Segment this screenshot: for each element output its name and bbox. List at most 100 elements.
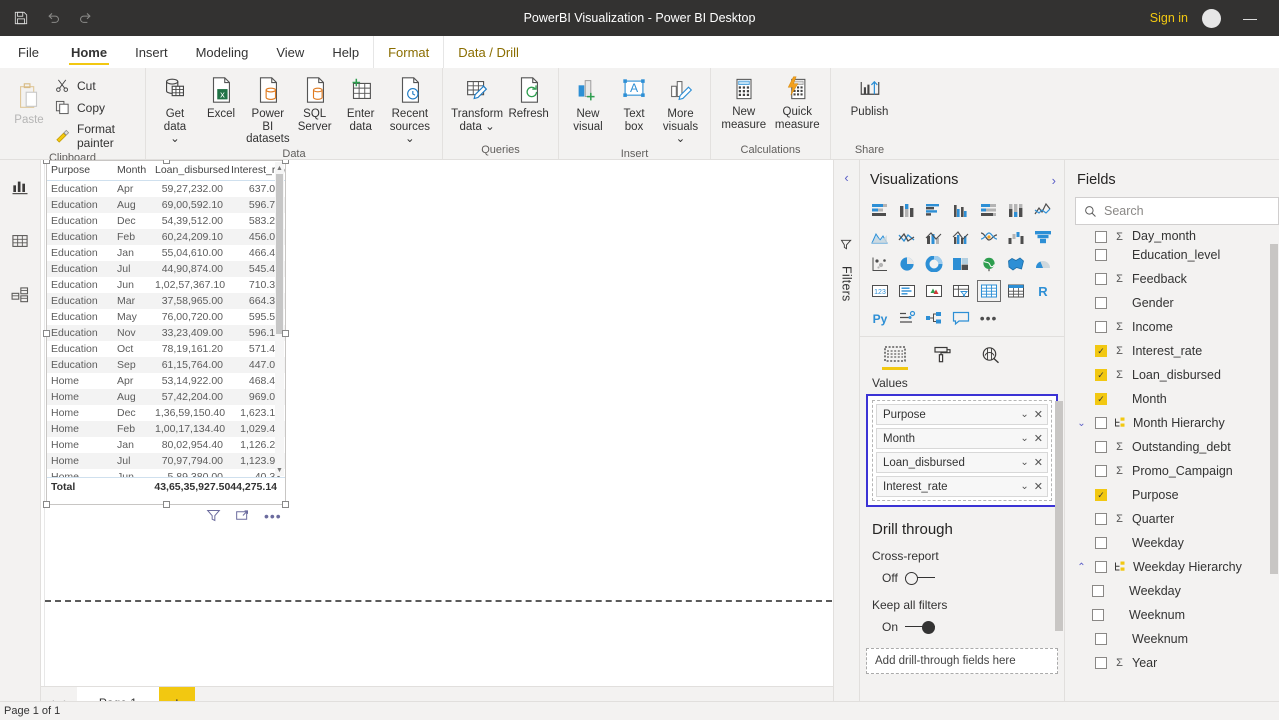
field-checkbox[interactable] (1095, 273, 1107, 285)
transform-data-button[interactable]: Transformdata ⌄ (450, 71, 504, 135)
resize-handle-s[interactable] (163, 501, 170, 508)
text-box-button[interactable]: A Textbox (612, 71, 656, 135)
tab-modeling[interactable]: Modeling (182, 36, 263, 68)
minimize-button[interactable]: — (1235, 3, 1265, 33)
field-list-item[interactable]: ΣOutstanding_debt (1065, 435, 1279, 459)
column-header-purpose[interactable]: Purpose (47, 161, 113, 181)
sign-in-button[interactable]: Sign in (1150, 11, 1188, 25)
focus-mode-icon[interactable] (235, 508, 250, 523)
field-list-item[interactable]: ΣFeedback (1065, 267, 1279, 291)
field-checkbox[interactable] (1095, 657, 1107, 669)
viz-slicer[interactable] (948, 279, 974, 303)
column-header-month[interactable]: Month (113, 161, 151, 181)
new-visual-button[interactable]: Newvisual (566, 71, 610, 135)
table-row[interactable]: EducationNov33,23,409.00596.12 (47, 325, 285, 341)
report-canvas[interactable]: Purpose Month Loan_disbursed Interest_ra… (41, 160, 833, 686)
viz-donut-chart[interactable] (921, 252, 947, 276)
table-row[interactable]: EducationJan55,04,610.00466.44 (47, 245, 285, 261)
tab-analytics-pane[interactable] (978, 346, 1004, 371)
field-list-item[interactable]: Purpose (1065, 483, 1279, 507)
resize-handle-ne[interactable] (282, 160, 289, 164)
viz-pane-scrollbar-thumb[interactable] (1055, 401, 1063, 631)
tab-file[interactable]: File (0, 36, 57, 68)
chevron-down-icon[interactable]: ⌄ (1015, 409, 1033, 420)
table-visual-scrollbar[interactable]: ▲ ▼ (275, 162, 284, 476)
viz-clustered-column-chart[interactable] (948, 198, 974, 222)
viz-line-chart[interactable] (1030, 198, 1056, 222)
field-checkbox[interactable] (1095, 465, 1107, 477)
undo-icon[interactable] (44, 9, 62, 27)
table-row[interactable]: EducationMay76,00,720.00595.56 (47, 309, 285, 325)
table-row[interactable]: HomeJul70,97,794.001,123.99 (47, 453, 285, 469)
table-visual[interactable]: Purpose Month Loan_disbursed Interest_ra… (46, 160, 286, 505)
field-list-item[interactable]: ΣQuarter (1065, 507, 1279, 531)
sql-server-button[interactable]: SQLServer (293, 71, 337, 135)
viz-area-chart[interactable] (867, 225, 893, 249)
tab-data-drill[interactable]: Data / Drill (444, 36, 533, 68)
sidebar-item-report-view[interactable] (3, 172, 37, 202)
field-list-item[interactable]: ΣYear (1065, 651, 1279, 675)
field-checkbox[interactable] (1095, 417, 1107, 429)
viz-ribbon-chart[interactable] (976, 225, 1002, 249)
fields-search-box[interactable]: Search (1075, 197, 1279, 225)
viz-filled-map[interactable] (1003, 252, 1029, 276)
field-checkbox[interactable] (1095, 513, 1107, 525)
table-row[interactable]: HomeJan80,02,954.401,126.25 (47, 437, 285, 453)
table-row[interactable]: HomeAug57,42,204.00969.06 (47, 389, 285, 405)
resize-handle-nw[interactable] (43, 160, 50, 164)
paste-button[interactable]: Paste (7, 71, 51, 129)
viz-decomposition-tree[interactable] (921, 306, 947, 330)
table-row[interactable]: HomeFeb1,00,17,134.401,029.42 (47, 421, 285, 437)
resize-handle-se[interactable] (282, 501, 289, 508)
field-list-item[interactable]: Weekday (1065, 579, 1279, 603)
chevron-down-icon[interactable]: ⌄ (1015, 481, 1033, 492)
filter-funnel-icon[interactable] (839, 237, 854, 252)
viz-key-influencers[interactable] (894, 306, 920, 330)
viz-scatter-chart[interactable] (867, 252, 893, 276)
fields-pane-scrollbar-thumb[interactable] (1270, 244, 1278, 574)
table-row[interactable]: EducationApr59,27,232.00637.09 (47, 181, 285, 198)
tab-format[interactable]: Format (373, 36, 444, 68)
chevron-down-icon[interactable]: ⌄ (1015, 433, 1033, 444)
publish-button[interactable]: Publish (845, 71, 895, 121)
redo-icon[interactable] (76, 9, 94, 27)
filters-label[interactable]: Filters (840, 266, 854, 301)
table-row[interactable]: HomeDec1,36,59,150.401,623.12 (47, 405, 285, 421)
filter-icon[interactable] (206, 508, 221, 523)
fields-pane-scrollbar[interactable] (1270, 224, 1278, 698)
viz-line-stacked-column-chart[interactable] (921, 225, 947, 249)
field-list-item[interactable]: Gender (1065, 291, 1279, 315)
refresh-button[interactable]: Refresh (506, 71, 551, 123)
field-list-item[interactable]: Weeknum (1065, 627, 1279, 651)
enter-data-button[interactable]: Enterdata (339, 71, 383, 135)
table-row[interactable]: EducationSep61,15,764.00447.08 (47, 357, 285, 373)
viz-pie-chart[interactable] (894, 252, 920, 276)
tab-insert[interactable]: Insert (121, 36, 182, 68)
field-checkbox[interactable] (1095, 249, 1107, 261)
remove-field-icon[interactable]: ✕ (1034, 432, 1043, 445)
tab-fields-well[interactable] (882, 346, 908, 371)
field-checkbox[interactable] (1092, 609, 1104, 621)
format-painter-button[interactable]: Format painter (53, 120, 138, 152)
recent-sources-button[interactable]: Recentsources ⌄ (385, 71, 435, 148)
viz-card[interactable]: 123 (867, 279, 893, 303)
field-checkbox[interactable] (1095, 393, 1107, 405)
field-list-item[interactable]: ΣLoan_disbursed (1065, 363, 1279, 387)
table-row[interactable]: EducationJun1,02,57,367.10710.33 (47, 277, 285, 293)
cross-report-toggle[interactable] (905, 572, 935, 585)
collapse-left-icon[interactable]: ‹ (844, 170, 848, 185)
chevron-up-icon[interactable]: ⌃ (1075, 562, 1088, 573)
viz-funnel-chart[interactable] (1030, 225, 1056, 249)
get-data-button[interactable]: Getdata ⌄ (153, 71, 197, 148)
table-row[interactable]: EducationDec54,39,512.00583.28 (47, 213, 285, 229)
viz-stacked-area-chart[interactable] (894, 225, 920, 249)
field-checkbox[interactable] (1095, 537, 1107, 549)
resize-handle-w[interactable] (43, 330, 50, 337)
value-field-chip[interactable]: Loan_disbursed⌄✕ (876, 452, 1048, 473)
value-field-chip[interactable]: Interest_rate⌄✕ (876, 476, 1048, 497)
field-list-item[interactable]: Weeknum (1065, 603, 1279, 627)
remove-field-icon[interactable]: ✕ (1034, 456, 1043, 469)
viz-stacked-column-chart[interactable] (894, 198, 920, 222)
field-checkbox[interactable] (1095, 297, 1107, 309)
field-list-item[interactable]: ⌃Weekday Hierarchy (1065, 555, 1279, 579)
